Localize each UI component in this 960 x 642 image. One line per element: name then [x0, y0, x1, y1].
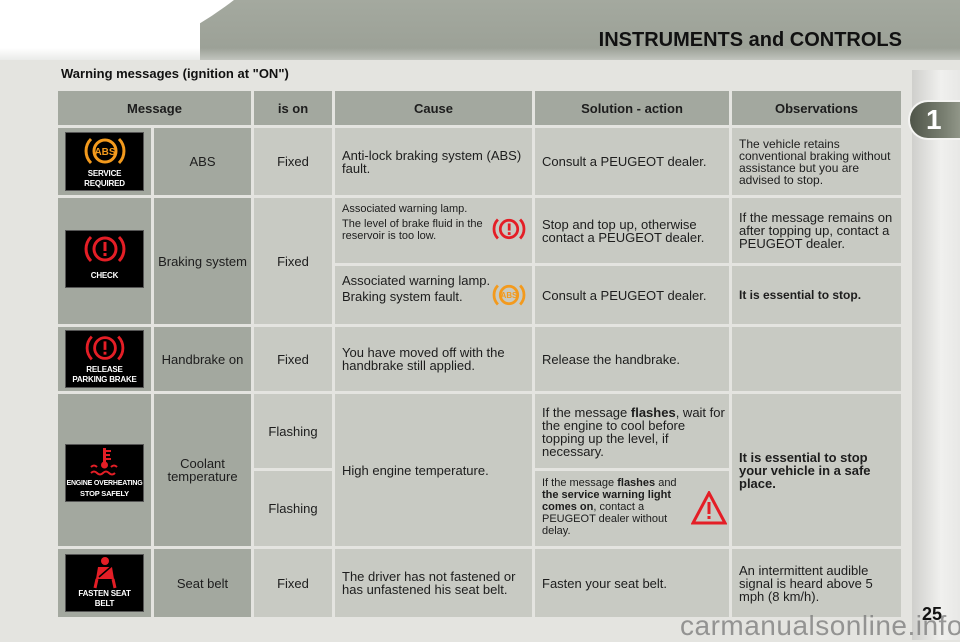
cause-line2: Braking system fault.	[342, 289, 463, 304]
seat-belt-icon	[93, 557, 116, 589]
lamp-label-line2: PARKING BRAKE	[72, 375, 137, 384]
lamp-label-line1: SERVICE	[87, 169, 122, 178]
table-row-coolant-lamp-cell: ENGINE OVERHEATING STOP SAFELY	[58, 394, 151, 546]
abs-icon: ABS	[84, 137, 125, 165]
table-row-coolant-is-on-1: Flashing	[254, 394, 332, 468]
table-row-braking-sub1-cause: Associated warning lamp. The level of br…	[335, 198, 532, 263]
solution-text: and	[655, 477, 677, 489]
table-row-seatbelt-is-on: Fixed	[254, 549, 332, 617]
lamp-label-line1: ENGINE OVERHEATING	[66, 480, 143, 487]
table-row-braking-sub2-cause: Associated warning lamp. Braking system …	[335, 266, 532, 324]
table-row-coolant-is-on-2: Flashing	[254, 471, 332, 546]
cause-line2: The level of brake fluid in the reservoi…	[342, 218, 483, 242]
table-row-braking-message: Braking system	[154, 198, 251, 324]
column-header-observations: Observations	[732, 91, 901, 125]
table-row-coolant-observations: It is essential to stop your vehicle in …	[732, 394, 901, 546]
table-row-abs-lamp-cell: ABS SERVICE REQUIRED	[58, 128, 151, 195]
table-row-coolant-solution-1: If the message flashes, wait for the eng…	[535, 394, 729, 468]
table-row-seatbelt-cause: The driver has not fastened or has unfas…	[335, 549, 532, 617]
page-header-title: INSTRUMENTS and CONTROLS	[598, 29, 902, 51]
solution-text: If the message	[542, 477, 618, 489]
table-row-abs-is-on: Fixed	[254, 128, 332, 195]
column-header-solution: Solution - action	[535, 91, 729, 125]
cause-line1: Associated warning lamp.	[342, 203, 468, 215]
lamp-label-line2: BELT	[94, 599, 115, 608]
release-parking-brake-lamp: RELEASE PARKING BRAKE	[65, 330, 144, 388]
coolant-temperature-icon	[89, 448, 118, 476]
side-strip	[912, 70, 960, 640]
table-row-braking-sub1-observations: If the message remains on after topping …	[732, 198, 901, 263]
table-row-abs-cause: Anti-lock braking system (ABS) fault.	[335, 128, 532, 195]
page-number: 25	[922, 604, 943, 624]
lamp-label-line1: RELEASE	[86, 365, 123, 374]
table-row-seatbelt-lamp-cell: FASTEN SEAT BELT	[58, 549, 151, 617]
table-row-coolant-cause: High engine temperature.	[335, 394, 532, 546]
warning-triangle-icon	[691, 491, 727, 525]
section-title: Warning messages (ignition at "ON")	[61, 66, 289, 81]
abs-icon: ABS	[492, 284, 526, 306]
table-row-coolant-message: Coolant temperature	[154, 394, 251, 546]
table-row-handbrake-observations	[732, 327, 901, 391]
table-row-braking-is-on: Fixed	[254, 198, 332, 324]
column-header-is-on: is on	[254, 91, 332, 125]
lamp-label-line1: CHECK	[90, 271, 119, 280]
table-row-abs-solution: Consult a PEUGEOT dealer.	[535, 128, 729, 195]
table-row-abs-observations: The vehicle retains conventional braking…	[732, 128, 901, 195]
table-row-handbrake-is-on: Fixed	[254, 327, 332, 391]
table-row-braking-sub1-solution: Stop and top up, otherwise contact a PEU…	[535, 198, 729, 263]
svg-text:ABS: ABS	[501, 291, 518, 300]
abs-service-lamp: ABS SERVICE REQUIRED	[65, 132, 144, 191]
table-row-handbrake-cause: You have moved off with the handbrake st…	[335, 327, 532, 391]
fasten-seat-belt-lamp: FASTEN SEAT BELT	[65, 554, 144, 612]
brake-check-lamp: CHECK	[65, 230, 144, 288]
table-row-handbrake-message: Handbrake on	[154, 327, 251, 391]
lamp-label-line2: REQUIRED	[84, 179, 125, 188]
table-row-seatbelt-observations: An intermittent audible signal is heard …	[732, 549, 901, 617]
table-row-handbrake-lamp-cell: RELEASE PARKING BRAKE	[58, 327, 151, 391]
column-header-message: Message	[58, 91, 251, 125]
table-row-seatbelt-message: Seat belt	[154, 549, 251, 617]
table-row-handbrake-solution: Release the handbrake.	[535, 327, 729, 391]
table-row-braking-lamp-cell: CHECK	[58, 198, 151, 324]
table-row-braking-sub2-solution: Consult a PEUGEOT dealer.	[535, 266, 729, 324]
chapter-tab[interactable]: 1	[908, 100, 960, 140]
table-row-seatbelt-solution: Fasten your seat belt.	[535, 549, 729, 617]
brake-warning-icon	[85, 335, 124, 361]
svg-text:ABS: ABS	[94, 147, 115, 158]
lamp-label-line1: FASTEN SEAT	[78, 589, 131, 598]
engine-overheating-lamp: ENGINE OVERHEATING STOP SAFELY	[65, 444, 144, 502]
brake-warning-icon	[84, 235, 125, 263]
table-row-coolant-solution-2: If the message flashes and the service w…	[535, 471, 729, 546]
cause-line1: Associated warning lamp.	[342, 273, 491, 288]
brake-warning-icon	[492, 218, 526, 240]
table-row-braking-sub2-observations: It is essential to stop.	[732, 266, 901, 324]
lamp-label-line2: STOP SAFELY	[80, 489, 129, 498]
solution-bold: flashes	[617, 477, 656, 489]
column-header-cause: Cause	[335, 91, 532, 125]
watermark: carmanualsonline.info	[680, 610, 960, 641]
table-row-abs-message: ABS	[154, 128, 251, 195]
